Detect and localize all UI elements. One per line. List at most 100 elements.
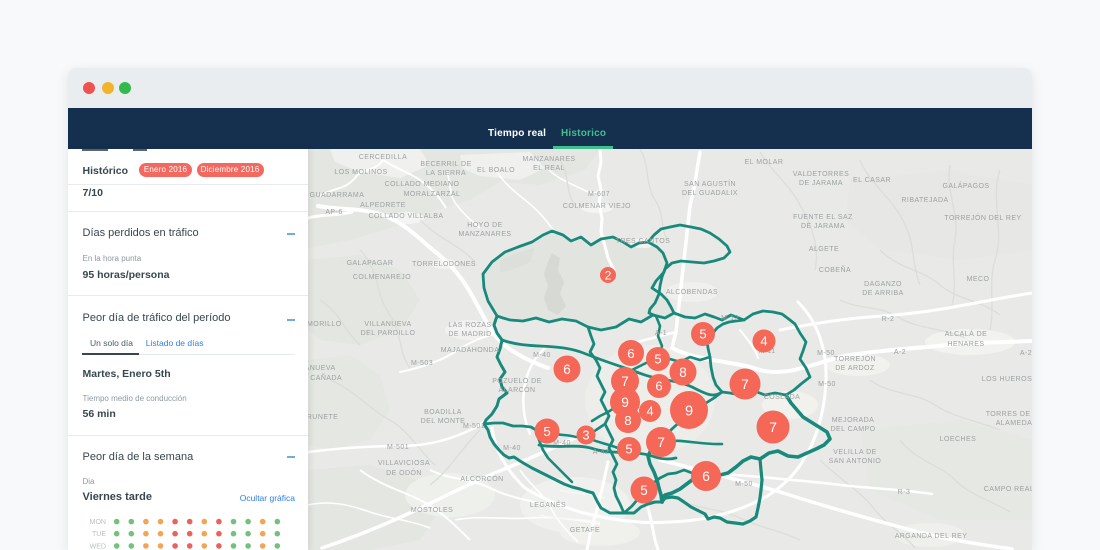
svg-text:TORREJÓN: TORREJÓN	[834, 354, 876, 363]
svg-text:A-2: A-2	[894, 349, 906, 356]
svg-text:M-40: M-40	[553, 440, 571, 447]
svg-text:TORREJÓN DEL REY: TORREJÓN DEL REY	[944, 213, 1021, 222]
svg-text:M-50: M-50	[818, 381, 836, 388]
svg-text:3: 3	[583, 429, 590, 443]
svg-text:DE ODÓN: DE ODÓN	[386, 468, 422, 477]
svg-text:7: 7	[769, 419, 777, 435]
svg-text:LAS ROZAS: LAS ROZAS	[448, 322, 491, 329]
svg-text:ALAMEDA: ALAMEDA	[996, 420, 1032, 427]
svg-text:VILLANUEVA: VILLANUEVA	[364, 321, 411, 328]
svg-text:M-12: M-12	[721, 315, 739, 322]
svg-text:MECO: MECO	[967, 276, 990, 283]
svg-text:LOECHES: LOECHES	[940, 436, 977, 443]
svg-text:VILLAVICIOSA: VILLAVICIOSA	[378, 460, 430, 467]
svg-text:SAN ANTONIO: SAN ANTONIO	[829, 458, 882, 465]
svg-text:M-40: M-40	[503, 445, 521, 452]
svg-text:COLMENAREJO: COLMENAREJO	[353, 274, 411, 281]
svg-text:EL BOALO: EL BOALO	[477, 167, 515, 174]
svg-text:M-40: M-40	[533, 352, 551, 359]
svg-text:6: 6	[563, 362, 570, 377]
svg-text:5: 5	[625, 442, 632, 457]
svg-text:LA SIERRA: LA SIERRA	[426, 170, 466, 177]
svg-text:VELILLA DE: VELILLA DE	[833, 449, 876, 456]
svg-text:8: 8	[679, 365, 686, 380]
svg-text:M-501: M-501	[463, 423, 485, 430]
svg-text:DE JARAMA: DE JARAMA	[801, 223, 845, 230]
svg-text:TORRES DE LA: TORRES DE LA	[986, 411, 1032, 418]
svg-text:M-503: M-503	[411, 360, 433, 367]
svg-text:RIBATEJADA: RIBATEJADA	[901, 197, 948, 204]
svg-text:6: 6	[655, 379, 662, 394]
svg-text:HOYO DE: HOYO DE	[467, 222, 502, 229]
svg-text:ALCORCÓN: ALCORCÓN	[460, 474, 503, 483]
svg-text:M-501: M-501	[387, 444, 409, 451]
svg-text:A-2: A-2	[1020, 350, 1032, 357]
svg-text:GALAPAGAR: GALAPAGAR	[347, 260, 394, 267]
svg-text:WED: WED	[90, 543, 106, 550]
svg-text:7: 7	[741, 377, 749, 392]
svg-text:DE MADRID: DE MADRID	[448, 331, 491, 338]
svg-text:2: 2	[605, 268, 612, 282]
svg-text:CAMPO REAL: CAMPO REAL	[984, 486, 1032, 493]
svg-text:VALDEMORILLO: VALDEMORILLO	[308, 321, 342, 328]
svg-text:A-1: A-1	[655, 330, 667, 337]
svg-text:M-50: M-50	[735, 481, 753, 488]
svg-text:6: 6	[702, 469, 710, 484]
svg-text:MANZANARES: MANZANARES	[458, 231, 511, 238]
svg-text:MAJADAHONDA: MAJADAHONDA	[441, 347, 500, 354]
svg-text:TRES CANTOS: TRES CANTOS	[616, 238, 671, 245]
svg-text:M-607: M-607	[588, 191, 610, 198]
svg-text:CERCEDILLA: CERCEDILLA	[359, 154, 407, 161]
svg-text:MEJORADA: MEJORADA	[832, 417, 875, 424]
svg-text:GALÁPAGOS: GALÁPAGOS	[942, 181, 989, 190]
svg-text:A-42: A-42	[593, 449, 610, 456]
svg-text:5: 5	[699, 327, 706, 342]
svg-text:VALDETORRES: VALDETORRES	[793, 171, 849, 178]
svg-text:HENARES: HENARES	[948, 341, 985, 348]
svg-text:EL REAL: EL REAL	[533, 165, 565, 172]
svg-text:COLLADO MEDIANO: COLLADO MEDIANO	[385, 181, 460, 188]
svg-text:SAN AGUSTÍN: SAN AGUSTÍN	[684, 179, 736, 188]
svg-text:7: 7	[621, 374, 629, 389]
svg-text:MON: MON	[90, 519, 106, 526]
svg-text:ARGANDA DEL REY: ARGANDA DEL REY	[895, 533, 968, 540]
svg-text:GUADARRAMA: GUADARRAMA	[310, 192, 365, 199]
svg-text:DE JARAMA: DE JARAMA	[799, 180, 843, 187]
svg-text:ALCOBENDAS: ALCOBENDAS	[666, 289, 718, 296]
svg-text:DEL MONTE: DEL MONTE	[421, 418, 466, 425]
svg-text:AP-6: AP-6	[325, 209, 342, 216]
svg-text:7: 7	[657, 435, 665, 450]
svg-text:VILLANUEVA: VILLANUEVA	[308, 365, 336, 372]
svg-text:DAGANZO: DAGANZO	[864, 281, 902, 288]
svg-text:BECERRIL DE: BECERRIL DE	[420, 161, 471, 168]
svg-text:BOADILLA: BOADILLA	[424, 409, 462, 416]
svg-text:ALARCÓN: ALARCÓN	[499, 385, 536, 394]
svg-text:DE LA CAÑADA: DE LA CAÑADA	[308, 373, 342, 382]
svg-text:ALPEDRETE: ALPEDRETE	[360, 202, 406, 209]
svg-text:COLLADO VILLALBA: COLLADO VILLALBA	[369, 213, 444, 220]
svg-text:COSLADA: COSLADA	[764, 394, 801, 401]
svg-text:EL MOLAR: EL MOLAR	[745, 159, 784, 166]
svg-text:EL CASAR: EL CASAR	[853, 177, 891, 184]
svg-text:DE ARRIBA: DE ARRIBA	[862, 290, 903, 297]
svg-text:R-3: R-3	[898, 489, 911, 496]
svg-text:LEGANÉS: LEGANÉS	[530, 500, 566, 509]
svg-text:4: 4	[760, 334, 767, 349]
svg-text:4: 4	[646, 404, 653, 419]
svg-text:R-2: R-2	[882, 316, 895, 323]
svg-text:5: 5	[543, 424, 550, 439]
svg-text:DEL CAMPO: DEL CAMPO	[830, 426, 875, 433]
svg-text:DE ARDOZ: DE ARDOZ	[835, 365, 875, 372]
svg-text:MANZANARES: MANZANARES	[522, 156, 575, 163]
svg-text:ALCALÁ DE: ALCALÁ DE	[945, 329, 988, 338]
svg-text:MÓSTOLES: MÓSTOLES	[411, 505, 453, 514]
svg-text:MORALZARZAL: MORALZARZAL	[404, 191, 461, 198]
svg-text:9: 9	[685, 403, 693, 419]
svg-text:FUENTE EL SAZ: FUENTE EL SAZ	[793, 214, 853, 221]
svg-text:ALGETE: ALGETE	[809, 246, 839, 253]
svg-text:BRUNETE: BRUNETE	[308, 414, 338, 421]
svg-text:5: 5	[654, 352, 661, 367]
svg-text:5: 5	[640, 483, 647, 498]
svg-text:8: 8	[624, 413, 631, 428]
svg-text:LOS MOLINOS: LOS MOLINOS	[334, 169, 387, 176]
